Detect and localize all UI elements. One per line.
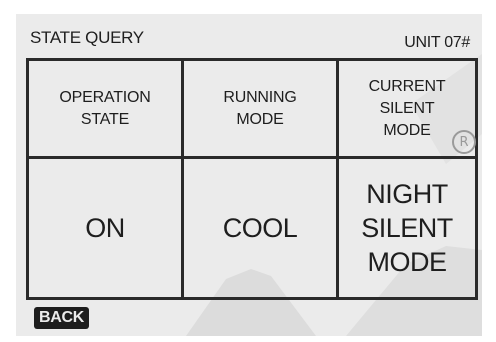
header-current-silent-mode: CURRENT SILENT MODE: [368, 77, 446, 139]
value-current-silent-mode-cell: NIGHT SILENT MODE: [339, 159, 475, 297]
state-query-screen: STATE QUERY UNIT 07# OPERATION STATE RUN…: [16, 14, 482, 336]
value-operation-state: ON: [85, 213, 125, 243]
value-operation-state-cell: ON: [29, 159, 184, 297]
value-running-mode: COOL: [222, 213, 298, 243]
screen-title: STATE QUERY: [30, 28, 144, 47]
state-table: OPERATION STATE RUNNING MODE CURRENT SIL…: [26, 58, 478, 300]
header-operation-state-cell: OPERATION STATE: [29, 61, 184, 159]
registered-mark-icon: R: [452, 130, 476, 154]
header-operation-state: OPERATION STATE: [59, 88, 151, 128]
header-running-mode: RUNNING MODE: [223, 88, 297, 128]
unit-number: UNIT 07#: [404, 34, 470, 51]
back-button[interactable]: BACK: [34, 307, 90, 329]
value-running-mode-cell: COOL: [184, 159, 339, 297]
header-running-mode-cell: RUNNING MODE: [184, 61, 339, 159]
value-current-silent-mode: NIGHT SILENT MODE: [361, 179, 453, 277]
